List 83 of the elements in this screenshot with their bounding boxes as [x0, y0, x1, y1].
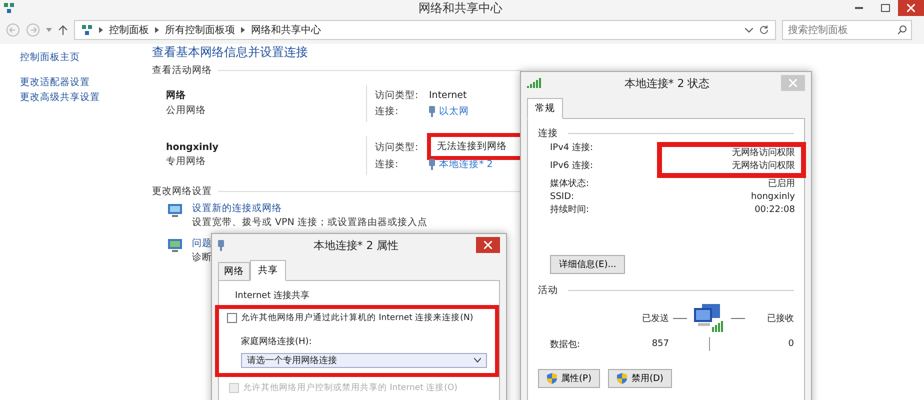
network-name: 网络 [166, 89, 186, 102]
received-count: 0 [787, 339, 794, 349]
close-button[interactable] [476, 237, 500, 253]
network-type: 专用网络 [166, 155, 206, 168]
group-label: Internet 连接共享 [234, 290, 310, 302]
chevron-down-icon[interactable] [745, 28, 753, 32]
close-button[interactable] [898, 0, 924, 16]
window-title: 网络和共享中心 [418, 0, 504, 16]
field-label: 连接: [375, 158, 400, 170]
network-name: hongxinly [166, 142, 218, 153]
field-value: 无网络访问权限 [657, 160, 806, 178]
field-label: 访问类型: [375, 88, 420, 102]
task-description: 诊断 [192, 251, 212, 264]
shield-icon [617, 373, 628, 384]
network-setup-icon [166, 237, 184, 253]
sent-count: 857 [650, 339, 669, 349]
checkbox[interactable]: 允许其他网络用户通过此计算机的 Internet 连接来连接(N) [227, 312, 487, 324]
sidebar-link[interactable]: 控制面板主页 [20, 51, 80, 64]
field-value: hongxinly [750, 191, 796, 204]
computers-icon [692, 303, 726, 333]
dialog-title: 本地连接* 2 状态 [623, 76, 711, 90]
field-label: 持续时间: [550, 204, 590, 217]
field-label: 家庭网络连接(H): [241, 336, 312, 348]
page-heading: 查看基本网络信息并设置连接 [152, 44, 308, 60]
minimize-icon [855, 7, 863, 9]
search-field[interactable]: 搜索控制面板 [782, 20, 912, 40]
section-label: 查看活动网络 [152, 64, 212, 77]
section-label: 更改网络设置 [152, 185, 212, 198]
maximize-icon [880, 4, 890, 12]
search-icon [897, 25, 907, 35]
packets-label: 数据包: [550, 338, 582, 350]
up-button[interactable] [58, 25, 68, 35]
close-icon [907, 4, 915, 12]
recent-pages-button[interactable] [46, 28, 52, 32]
field-label: 媒体状态: [550, 178, 590, 191]
dialog-button[interactable]: 属性(P) [538, 369, 600, 388]
task-link[interactable]: 问题 [192, 237, 212, 250]
received-label: 已接收 [766, 312, 794, 324]
field-label: IPv6 连接: [550, 160, 594, 173]
breadcrumb-item[interactable]: 控制面板 [109, 23, 149, 37]
field-value: 00:22:08 [754, 204, 796, 217]
plug-icon [218, 240, 224, 250]
tab[interactable]: 常规 [527, 98, 563, 119]
network-icon [81, 24, 93, 36]
refresh-icon[interactable] [759, 25, 769, 35]
chevron-icon [241, 27, 245, 33]
plug-icon [429, 106, 435, 116]
access-type: Internet [429, 90, 467, 100]
field-label: IPv4 连接: [550, 142, 594, 155]
network-type: 公用网络 [166, 104, 206, 117]
shield-icon [547, 373, 557, 384]
dialog-title: 本地连接* 2 属性 [312, 238, 400, 252]
tab[interactable]: 网络 [218, 262, 250, 281]
plug-icon [429, 158, 435, 170]
chevron-down-icon [474, 358, 481, 363]
field-value: 已启用 [767, 178, 796, 191]
task-description: 设置宽带、拨号或 VPN 连接；或设置路由器或接入点 [192, 216, 428, 229]
field-label: 访问类型: [375, 140, 420, 154]
close-icon [789, 79, 797, 87]
section-label: 连接 [538, 127, 558, 140]
connection-link[interactable]: 本地连接* 2 [429, 158, 493, 170]
tab[interactable]: 共享 [250, 260, 286, 281]
address-field[interactable]: 控制面板 所有控制面板项 网络和共享中心 [74, 20, 776, 40]
section-label: 活动 [538, 284, 558, 297]
sidebar-link[interactable]: 更改适配器设置 [20, 76, 90, 89]
connection-link[interactable]: 以太网 [429, 104, 469, 118]
chevron-icon [99, 27, 103, 33]
signal-icon [527, 78, 541, 88]
details-button[interactable]: 详细信息(E)... [550, 255, 626, 274]
task-link[interactable]: 设置新的连接或网络 [192, 202, 282, 215]
breadcrumb-item[interactable]: 所有控制面板项 [165, 23, 235, 37]
close-icon [484, 241, 492, 249]
field-value: 无网络访问权限 [657, 142, 806, 160]
chevron-icon [155, 27, 159, 33]
field-label: 连接: [375, 104, 400, 118]
dialog-button[interactable]: 禁用(D) [608, 369, 672, 388]
network-select[interactable]: 请选一个专用网络连接 [241, 353, 487, 368]
field-label: SSID: [550, 191, 576, 204]
network-setup-icon [166, 202, 184, 218]
network-icon [3, 2, 15, 14]
breadcrumb-item[interactable]: 网络和共享中心 [251, 23, 321, 37]
sent-label: 已发送 [641, 312, 669, 324]
sidebar-link[interactable]: 更改高级共享设置 [20, 91, 100, 104]
